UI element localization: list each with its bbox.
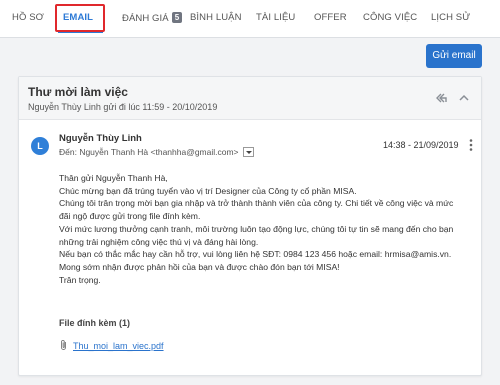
body-line: Nếu bạn có thắc mắc hay cần hỗ trợ, vui …	[59, 249, 452, 260]
body-line: những trải nghiệm công việc thú vị và đá…	[59, 236, 259, 247]
reply-all-icon[interactable]	[434, 91, 448, 105]
send-email-button[interactable]: Gửi email	[426, 44, 482, 68]
chevron-up-icon[interactable]	[457, 91, 471, 105]
message-body: Thân gửi Nguyễn Thanh Hà, Chúc mừng bạn …	[59, 172, 475, 286]
thread-subtitle: Nguyễn Thùy Linh gửi đi lúc 11:59 - 20/1…	[28, 102, 218, 112]
caret-down-icon[interactable]	[242, 147, 254, 157]
email-thread-card: Thư mời làm việc Nguyễn Thùy Linh gửi đi…	[18, 76, 482, 376]
tab-tai-lieu[interactable]: TÀI LIỆU	[256, 12, 295, 28]
body-line: Mong sớm nhận được phản hồi của bạn và đ…	[59, 261, 340, 272]
recipient-line: Đến: Nguyễn Thanh Hà <thanhha@gmail.com>	[59, 147, 254, 157]
thread-header[interactable]: Thư mời làm việc Nguyễn Thùy Linh gửi đi…	[19, 77, 481, 120]
body-line: Trân trọng.	[59, 274, 101, 285]
tab-label: LỊCH SỬ	[431, 12, 471, 23]
thread-title: Thư mời làm việc	[28, 85, 128, 99]
tab-ho-so[interactable]: HỒ SƠ	[12, 12, 44, 28]
tab-danh-gia[interactable]: ĐÁNH GIÁ 5	[122, 12, 183, 28]
body-line: Với mức lương thưởng cạnh tranh, môi trư…	[59, 223, 454, 234]
paperclip-icon	[61, 340, 66, 350]
body-line: Thân gửi Nguyễn Thanh Hà,	[59, 173, 168, 183]
tab-label: BÌNH LUẬN	[190, 12, 242, 23]
tab-label: OFFER	[314, 12, 347, 23]
tab-binh-luan[interactable]: BÌNH LUẬN	[190, 12, 242, 28]
sender-name: Nguyễn Thùy Linh	[59, 133, 142, 144]
tab-cong-viec[interactable]: CÔNG VIỆC	[363, 12, 417, 28]
tab-label: CÔNG VIỆC	[363, 12, 418, 23]
tab-label: ĐÁNH GIÁ	[122, 13, 169, 24]
tab-lich-su[interactable]: LỊCH SỬ	[431, 12, 470, 28]
active-tab-highlight	[55, 4, 105, 32]
count-badge: 5	[171, 12, 183, 23]
tab-label: HỒ SƠ	[12, 12, 44, 23]
avatar: L	[31, 137, 49, 155]
body-line: Chúng tôi trân trọng mời bạn gia nhập và…	[59, 198, 454, 209]
attachment-filename: Thu_moi_lam_viec.pdf	[73, 341, 164, 351]
attachments-label: File đính kèm (1)	[59, 318, 131, 328]
attachment-link[interactable]: Thu_moi_lam_viec.pdf	[59, 339, 164, 351]
body-line: Chúc mừng bạn đã trúng tuyển vào vị trí …	[59, 185, 357, 196]
more-vertical-icon[interactable]	[468, 138, 474, 152]
tab-bar: HỒ SƠ EMAIL ĐÁNH GIÁ 5 BÌNH LUẬN TÀI LIỆU…	[0, 0, 500, 38]
recipient-text: Đến: Nguyễn Thanh Hà <thanhha@gmail.com>	[59, 147, 239, 157]
body-line: đãi ngộ được gửi trong file đính kèm.	[59, 211, 201, 222]
tab-label: TÀI LIỆU	[256, 12, 296, 23]
message-time: 14:38 - 21/09/2019	[383, 140, 459, 150]
tab-offer[interactable]: OFFER	[314, 12, 347, 28]
